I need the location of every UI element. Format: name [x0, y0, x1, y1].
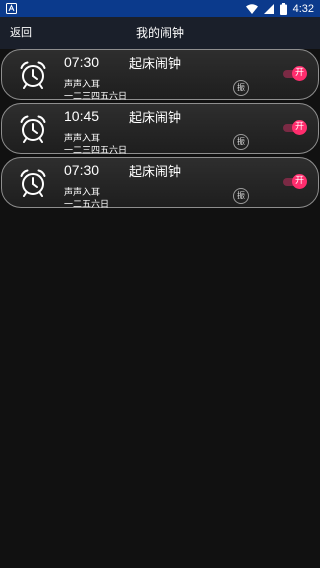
alarm-time: 10:45 — [64, 108, 100, 124]
status-icons: 4:32 — [245, 1, 314, 16]
wifi-icon — [245, 3, 258, 14]
signal-icon — [263, 3, 274, 14]
alarm-label: 起床闹钟 — [129, 111, 182, 126]
vibrate-button[interactable]: 振 — [233, 188, 249, 204]
alarm-toggle[interactable]: 开 — [283, 66, 307, 81]
page-title: 我的闹钟 — [135, 26, 184, 40]
app-bar: 我的闹钟 返回 — [0, 17, 320, 49]
app-notification-icon — [6, 3, 17, 14]
alarm-item[interactable]: 07:30 起床闹钟 声声入耳 一二五六日 振 开 — [1, 157, 319, 210]
toggle-knob: 开 — [292, 120, 307, 135]
alarm-label: 起床闹钟 — [129, 57, 182, 72]
status-bar: 4:32 — [0, 0, 320, 17]
alarm-clock-icon — [20, 115, 46, 143]
back-button[interactable]: 返回 — [10, 17, 32, 49]
alarm-repeat-days: 一二三四五六日 — [64, 92, 128, 102]
alarm-item[interactable]: 07:30 起床闹钟 声声入耳 一二三四五六日 振 开 — [1, 49, 319, 102]
alarm-item[interactable]: 10:45 起床闹钟 声声入耳 一二三四五六日 振 开 — [1, 103, 319, 156]
battery-icon — [279, 2, 287, 15]
alarm-time: 07:30 — [64, 162, 100, 178]
status-time: 4:32 — [292, 2, 314, 15]
alarm-toggle[interactable]: 开 — [283, 120, 307, 135]
vibrate-button[interactable]: 振 — [233, 80, 249, 96]
alarm-time: 07:30 — [64, 54, 100, 70]
alarm-label: 起床闹钟 — [129, 165, 182, 180]
alarm-clock-icon — [20, 61, 46, 89]
alarm-repeat-days: 一二五六日 — [64, 200, 110, 210]
alarm-repeat-days: 一二三四五六日 — [64, 146, 128, 156]
toggle-knob: 开 — [292, 174, 307, 189]
alarm-clock-icon — [20, 169, 46, 197]
alarm-toggle[interactable]: 开 — [283, 174, 307, 189]
vibrate-button[interactable]: 振 — [233, 134, 249, 150]
toggle-knob: 开 — [292, 66, 307, 81]
